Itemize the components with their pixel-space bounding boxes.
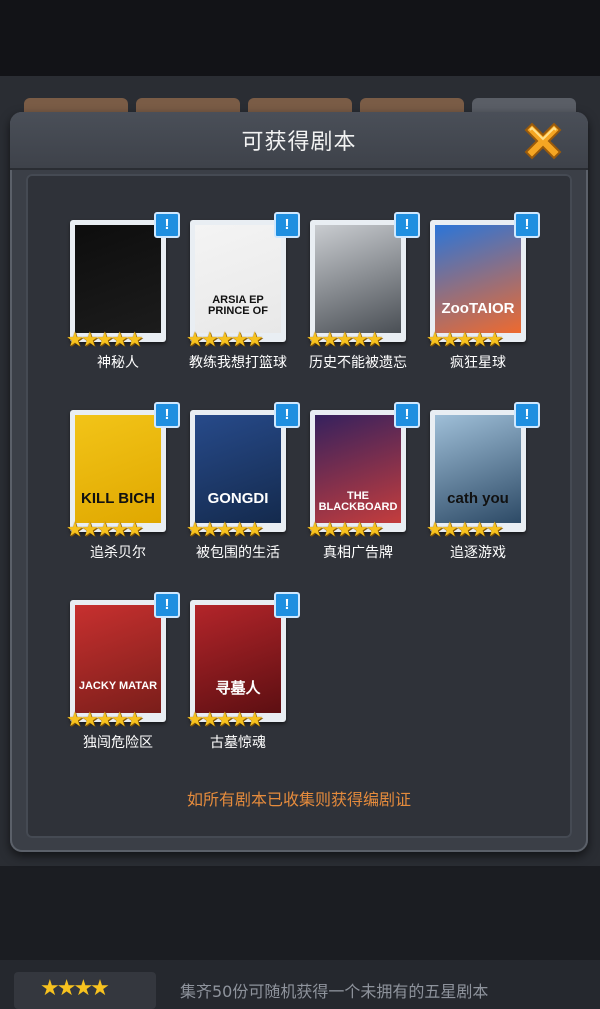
script-card[interactable]: ZooTAIOR! ★★★★★ 疯狂星球	[426, 212, 550, 380]
script-card[interactable]: ARSIA EP PRINCE OF! ★★★★★ 教练我想打篮球	[186, 212, 310, 380]
scripts-dialog: 可获得剧本 ! ★★★★★ 神秘人 ARSIA EP PRINCE OF! ★★★★★ 教…	[10, 112, 588, 852]
script-cover-frame: THE BLACKBOARD!	[310, 402, 420, 532]
exclamation-icon: !	[154, 212, 180, 238]
close-button[interactable]	[518, 118, 568, 168]
script-cover-title: 寻墓人	[215, 680, 261, 697]
script-cover-frame: cath you!	[430, 402, 540, 532]
script-name: 疯狂星球	[450, 355, 506, 371]
script-name: 神秘人	[97, 355, 139, 371]
script-cover	[315, 225, 401, 333]
script-name: 历史不能被遗忘	[309, 355, 407, 371]
star-rating: ★★★★★	[306, 517, 384, 541]
script-card[interactable]: JACKY MATAR! ★★★★★ 独闯危险区	[66, 592, 190, 760]
script-cover-frame: ARSIA EP PRINCE OF!	[190, 212, 300, 342]
script-cover-frame: !	[310, 212, 420, 342]
star-rating: ★★★★★	[426, 517, 504, 541]
script-cover: 寻墓人	[195, 605, 281, 713]
script-cover-frame: 寻墓人!	[190, 592, 300, 722]
scripts-grid-area: ! ★★★★★ 神秘人 ARSIA EP PRINCE OF! ★★★★★ 教练我想打篮球…	[26, 174, 572, 838]
star-rating: ★★★★★	[66, 707, 144, 731]
script-cover-title: ARSIA EP PRINCE OF	[208, 294, 268, 317]
bottom-info-text: 集齐50份可随机获得一个未拥有的五星剧本	[180, 982, 489, 1001]
star-rating: ★★★★★	[66, 517, 144, 541]
script-name: 追逐游戏	[450, 545, 506, 561]
script-card[interactable]: ! ★★★★★ 神秘人	[66, 212, 190, 380]
exclamation-icon: !	[154, 592, 180, 618]
collection-reward-note: 如所有剧本已收集则获得编剧证	[186, 790, 411, 809]
script-cover-title: THE BLACKBOARD	[318, 490, 398, 513]
script-cover: ZooTAIOR	[435, 225, 521, 333]
dialog-title: 可获得剧本	[241, 130, 357, 155]
bottom-star-icons: ★★★★	[40, 976, 110, 1001]
script-cover-title: KILL BICH	[81, 490, 155, 507]
exclamation-icon: !	[274, 212, 300, 238]
script-card[interactable]: cath you! ★★★★★ 追逐游戏	[426, 402, 550, 570]
script-cover-title: ZooTAIOR	[441, 300, 515, 317]
exclamation-icon: !	[394, 402, 420, 428]
script-cover-title: cath you	[447, 490, 509, 507]
close-x-icon	[524, 122, 562, 160]
star-rating: ★★★★★	[306, 327, 384, 351]
script-name: 被包围的生活	[196, 545, 280, 561]
script-cover-title: GONGDI	[207, 490, 269, 507]
bottom-star-box: ★★★★	[14, 972, 156, 1009]
script-cover: THE BLACKBOARD	[315, 415, 401, 523]
script-name: 真相广告牌	[323, 545, 393, 561]
script-cover: ARSIA EP PRINCE OF	[195, 225, 281, 333]
exclamation-icon: !	[514, 402, 540, 428]
script-name: 教练我想打篮球	[189, 355, 287, 371]
script-card[interactable]: GONGDI! ★★★★★ 被包围的生活	[186, 402, 310, 570]
script-card[interactable]: ! ★★★★★ 历史不能被遗忘	[306, 212, 430, 380]
script-cover-frame: !	[70, 212, 180, 342]
script-name: 独闯危险区	[83, 735, 153, 751]
script-cover	[75, 225, 161, 333]
exclamation-icon: !	[394, 212, 420, 238]
exclamation-icon: !	[154, 402, 180, 428]
script-cover: JACKY MATAR	[75, 605, 161, 713]
script-cover: GONGDI	[195, 415, 281, 523]
script-card[interactable]: 寻墓人! ★★★★★ 古墓惊魂	[186, 592, 310, 760]
star-rating: ★★★★★	[66, 327, 144, 351]
script-name: 追杀贝尔	[90, 545, 146, 561]
top-strip	[0, 0, 600, 76]
exclamation-icon: !	[514, 212, 540, 238]
script-name: 古墓惊魂	[210, 735, 266, 751]
script-cover-title: JACKY MATAR	[78, 680, 158, 692]
star-rating: ★★★★★	[186, 707, 264, 731]
star-rating: ★★★★★	[186, 517, 264, 541]
script-cover: cath you	[435, 415, 521, 523]
script-cover-frame: ZooTAIOR!	[430, 212, 540, 342]
script-card[interactable]: THE BLACKBOARD! ★★★★★ 真相广告牌	[306, 402, 430, 570]
star-rating: ★★★★★	[426, 327, 504, 351]
script-cover: KILL BICH	[75, 415, 161, 523]
star-rating: ★★★★★	[186, 327, 264, 351]
dialog-header: 可获得剧本	[10, 112, 588, 170]
exclamation-icon: !	[274, 402, 300, 428]
script-card[interactable]: KILL BICH! ★★★★★ 追杀贝尔	[66, 402, 190, 570]
exclamation-icon: !	[274, 592, 300, 618]
script-cover-frame: KILL BICH!	[70, 402, 180, 532]
script-cover-frame: JACKY MATAR!	[70, 592, 180, 722]
script-cover-frame: GONGDI!	[190, 402, 300, 532]
